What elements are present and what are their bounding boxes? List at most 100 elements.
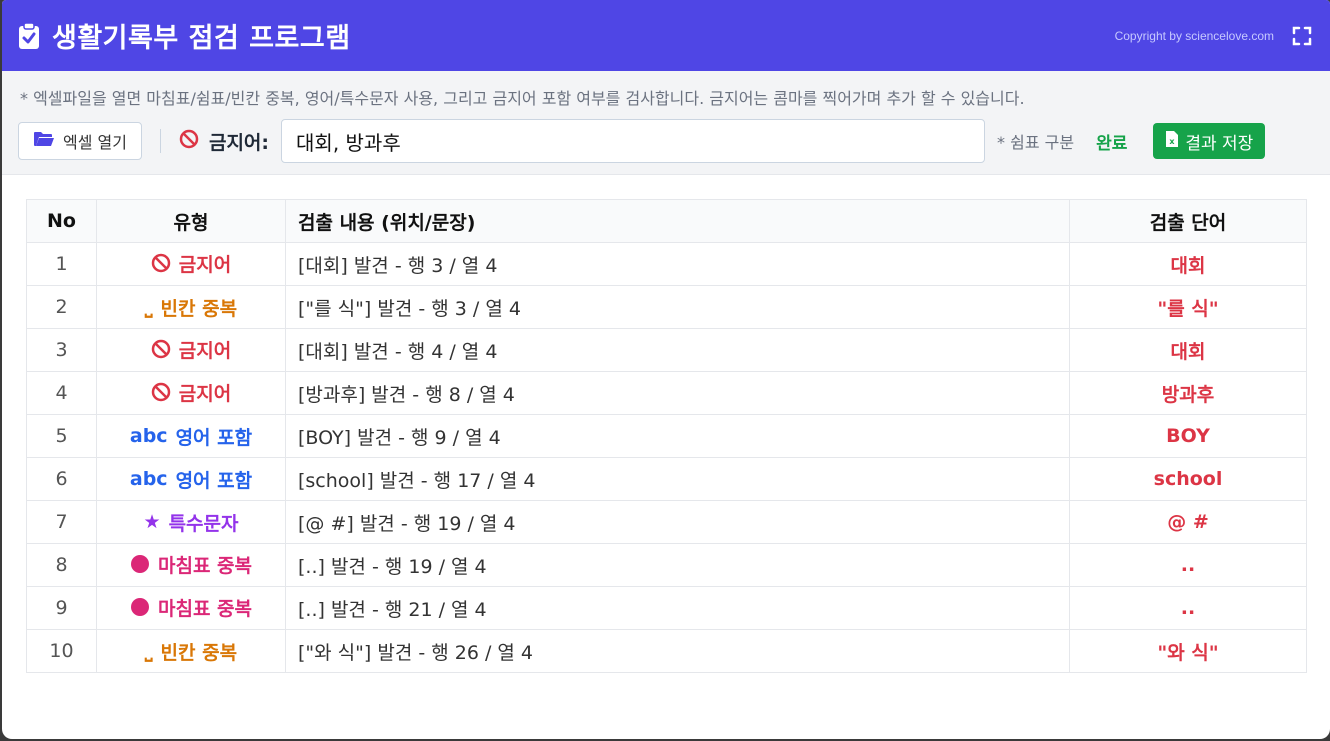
- row-type-label: 빈칸 중복: [160, 297, 238, 320]
- ban-icon: [179, 129, 199, 154]
- row-word: school: [1069, 457, 1307, 501]
- banned-words-input[interactable]: [281, 119, 986, 163]
- header-content: 검출 내용 (위치/문장): [285, 199, 1070, 243]
- row-content: ["를 식"] 발견 - 행 3 / 열 4: [285, 285, 1070, 329]
- row-word: 대회: [1069, 328, 1307, 372]
- star-icon: ★: [143, 511, 161, 533]
- row-number: 8: [26, 543, 97, 587]
- table-row[interactable]: 3 금지어 [대회] 발견 - 행 4 / 열 4 대회: [26, 328, 1307, 372]
- row-content: [대회] 발견 - 행 4 / 열 4: [285, 328, 1070, 372]
- header-no: No: [26, 199, 97, 243]
- dot-icon: [130, 597, 150, 617]
- table-row[interactable]: 8 마침표 중복 [..] 발견 - 행 19 / 열 4..: [26, 543, 1307, 587]
- row-type-label: 금지어: [178, 339, 232, 362]
- svg-text:x: x: [1170, 137, 1176, 146]
- save-results-button[interactable]: x 결과 저장: [1153, 123, 1266, 159]
- row-number: 9: [26, 586, 97, 630]
- row-number: 3: [26, 328, 97, 372]
- row-type-label: 빈칸 중복: [160, 641, 238, 664]
- row-type: 금지어: [96, 242, 286, 286]
- row-word: BOY: [1069, 414, 1307, 458]
- row-content: [@ #] 발견 - 행 19 / 열 4: [285, 500, 1070, 544]
- table-header-row: No 유형 검출 내용 (위치/문장) 검출 단어: [26, 199, 1307, 243]
- row-type-label: 금지어: [178, 382, 232, 405]
- table-row[interactable]: 1 금지어 [대회] 발견 - 행 3 / 열 4 대회: [26, 242, 1307, 286]
- row-word: @ #: [1069, 500, 1307, 544]
- row-type: 마침표 중복: [96, 586, 286, 630]
- table-row[interactable]: 5 abc 영어 포함 [BOY] 발견 - 행 9 / 열 4 BOY: [26, 414, 1307, 458]
- ban-icon: [151, 382, 171, 402]
- row-type: 마침표 중복: [96, 543, 286, 587]
- row-type: 금지어: [96, 328, 286, 372]
- row-number: 1: [26, 242, 97, 286]
- excel-file-icon: x: [1165, 130, 1179, 153]
- banned-words-label-text: 금지어:: [208, 131, 270, 154]
- row-number: 10: [26, 629, 97, 673]
- row-type-label: 마침표 중복: [157, 597, 252, 620]
- ban-icon: [151, 339, 171, 359]
- space-icon: ⎵: [144, 296, 153, 318]
- fullscreen-icon[interactable]: [1292, 26, 1312, 46]
- space-icon: ⎵: [144, 640, 153, 662]
- banned-words-label: 금지어:: [179, 128, 269, 155]
- row-type: abc 영어 포함: [96, 457, 286, 501]
- results-table: No 유형 검출 내용 (위치/문장) 검출 단어 1 금지어 [대회] 발견 - …: [26, 199, 1307, 673]
- row-type-label: 영어 포함: [175, 469, 253, 492]
- toolbar-divider: [159, 129, 161, 153]
- save-results-label: 결과 저장: [1185, 133, 1254, 154]
- row-type-label: 마침표 중복: [157, 554, 252, 577]
- row-type: 금지어: [96, 371, 286, 415]
- row-word: ..: [1069, 586, 1307, 630]
- open-excel-label: 엑셀 열기: [63, 133, 127, 152]
- row-type: ★ 특수문자: [96, 500, 286, 544]
- row-type-label: 금지어: [178, 253, 232, 276]
- row-word: "를 식": [1069, 285, 1307, 329]
- abc-icon: abc: [129, 468, 168, 490]
- toolbar: * 엑셀파일을 열면 마침표/쉼표/빈칸 중복, 영어/특수문자 사용, 그리고…: [2, 71, 1330, 175]
- row-number: 2: [26, 285, 97, 329]
- open-excel-button[interactable]: 엑셀 열기: [18, 122, 142, 160]
- row-type: ⎵ 빈칸 중복: [96, 285, 286, 329]
- instruction-text: * 엑셀파일을 열면 마침표/쉼표/빈칸 중복, 영어/특수문자 사용, 그리고…: [20, 89, 1025, 108]
- control-row: 엑셀 열기 금지어: * 쉼표 구분 완료 x: [18, 119, 1314, 163]
- abc-icon: abc: [129, 425, 168, 447]
- table-row[interactable]: 9 마침표 중복 [..] 발견 - 행 21 / 열 4..: [26, 586, 1307, 630]
- row-content: [school] 발견 - 행 17 / 열 4: [285, 457, 1070, 501]
- row-number: 5: [26, 414, 97, 458]
- row-type: abc 영어 포함: [96, 414, 286, 458]
- table-row[interactable]: 2 ⎵ 빈칸 중복 ["를 식"] 발견 - 행 3 / 열 4 "를 식": [26, 285, 1307, 329]
- row-content: ["와 식"] 발견 - 행 26 / 열 4: [285, 629, 1070, 673]
- dot-icon: [130, 554, 150, 574]
- row-content: [..] 발견 - 행 21 / 열 4: [285, 586, 1070, 630]
- table-row[interactable]: 4 금지어 [방과후] 발견 - 행 8 / 열 4 방과후: [26, 371, 1307, 415]
- row-content: [대회] 발견 - 행 3 / 열 4: [285, 242, 1070, 286]
- app-title: 생활기록부 점검 프로그램: [52, 23, 351, 54]
- row-number: 6: [26, 457, 97, 501]
- row-word: 대회: [1069, 242, 1307, 286]
- row-word: "와 식": [1069, 629, 1307, 673]
- row-type-label: 영어 포함: [175, 426, 253, 449]
- title-bar: 생활기록부 점검 프로그램 Copyright by sciencelove.c…: [2, 0, 1330, 71]
- row-word: ..: [1069, 543, 1307, 587]
- row-type: ⎵ 빈칸 중복: [96, 629, 286, 673]
- header-word: 검출 단어: [1069, 199, 1307, 243]
- row-content: [BOY] 발견 - 행 9 / 열 4: [285, 414, 1070, 458]
- row-type-label: 특수문자: [168, 512, 239, 535]
- ban-icon: [151, 253, 171, 273]
- header-type: 유형: [96, 199, 286, 243]
- row-content: [방과후] 발견 - 행 8 / 열 4: [285, 371, 1070, 415]
- table-row[interactable]: 10 ⎵ 빈칸 중복 ["와 식"] 발견 - 행 26 / 열 4 "와 식": [26, 629, 1307, 673]
- app-window: 생활기록부 점검 프로그램 Copyright by sciencelove.c…: [2, 0, 1330, 739]
- row-content: [..] 발견 - 행 19 / 열 4: [285, 543, 1070, 587]
- row-word: 방과후: [1069, 371, 1307, 415]
- clipboard-check-icon: [18, 21, 40, 50]
- status-text: 완료: [1096, 133, 1128, 154]
- copyright-text: Copyright by sciencelove.com: [1114, 28, 1274, 43]
- folder-open-icon: [33, 131, 55, 151]
- comma-note: * 쉼표 구분: [997, 133, 1075, 152]
- results-area: No 유형 검출 내용 (위치/문장) 검출 단어 1 금지어 [대회] 발견 - …: [2, 175, 1330, 673]
- row-number: 7: [26, 500, 97, 544]
- table-row[interactable]: 7 ★ 특수문자 [@ #] 발견 - 행 19 / 열 4 @ #: [26, 500, 1307, 544]
- table-row[interactable]: 6 abc 영어 포함 [school] 발견 - 행 17 / 열 4 school: [26, 457, 1307, 501]
- row-number: 4: [26, 371, 97, 415]
